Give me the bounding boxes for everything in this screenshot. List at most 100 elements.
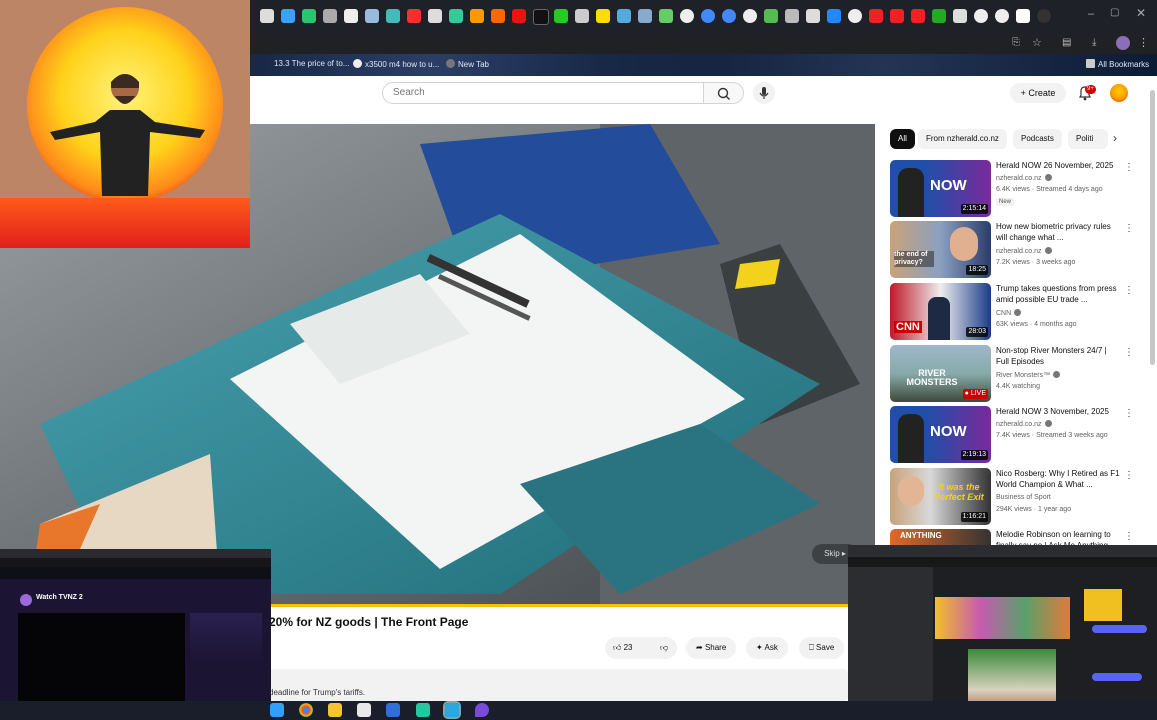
video-thumbnail[interactable]: ANYTHING [890, 529, 991, 545]
tab-favicon[interactable] [260, 9, 274, 23]
more-options-icon[interactable]: ⋮ [1124, 285, 1134, 296]
tab-favicon[interactable] [890, 9, 904, 23]
voice-search-button[interactable] [753, 82, 775, 104]
tab-favicon[interactable] [344, 9, 358, 23]
channel-name[interactable]: nzherald.co.nz [996, 420, 1052, 428]
channel-name[interactable]: Business of Sport [996, 494, 1051, 501]
tab-favicon[interactable] [512, 9, 526, 23]
chip-all[interactable]: All [890, 129, 915, 149]
share-button[interactable]: ➦ Share [686, 637, 737, 659]
tab-favicon[interactable] [491, 9, 505, 23]
tab-favicon[interactable] [827, 9, 841, 23]
more-options-icon[interactable]: ⋮ [1124, 223, 1134, 234]
tab-favicon[interactable] [323, 9, 337, 23]
more-options-icon[interactable]: ⋮ [1124, 162, 1134, 173]
tab-favicon[interactable] [638, 9, 652, 23]
tab-favicon[interactable] [722, 9, 736, 23]
chip-from-nzherald[interactable]: From nzherald.co.nz [918, 129, 1007, 149]
video-thumbnail[interactable]: NOW 2:19:13 [890, 406, 991, 463]
tab-favicon[interactable] [407, 9, 421, 23]
app-icon[interactable] [416, 703, 430, 717]
taskbar-app-icon[interactable] [270, 703, 284, 717]
chip-podcasts[interactable]: Podcasts [1013, 129, 1062, 149]
downloads-icon[interactable]: ⤓ [1092, 37, 1096, 48]
recommendation-item[interactable]: the end of privacy? 18:25 How new biomet… [890, 221, 1140, 279]
profile-avatar[interactable] [1116, 36, 1130, 50]
tab-favicon[interactable] [302, 9, 316, 23]
tab-favicon[interactable] [449, 9, 463, 23]
video-thumbnail[interactable]: CNN 28:03 [890, 283, 991, 340]
app-icon[interactable] [475, 703, 489, 717]
recommendation-item[interactable]: ANYTHING Melodie Robinson on learning to… [890, 529, 1140, 545]
chip-politics[interactable]: Politi [1068, 129, 1108, 149]
mail-icon[interactable] [386, 703, 400, 717]
bookmark-item[interactable]: New Tab [446, 59, 489, 69]
minimize-icon[interactable]: – [1088, 8, 1094, 20]
chevron-right-icon[interactable]: › [1113, 131, 1117, 145]
chrome-icon[interactable] [299, 703, 313, 717]
more-options-icon[interactable]: ⋮ [1124, 347, 1134, 358]
recommendation-item[interactable]: NOW 2:15:14 Herald NOW 26 November, 2025… [890, 160, 1140, 218]
tab-favicon[interactable] [575, 9, 589, 23]
more-options-icon[interactable]: ⋮ [1124, 408, 1134, 419]
tab-favicon[interactable] [785, 9, 799, 23]
recommendation-title[interactable]: Herald NOW 3 November, 2025 [996, 406, 1120, 417]
video-thumbnail[interactable]: It was the Perfect Exit 1:16:21 [890, 468, 991, 525]
video-thumbnail[interactable]: NOW 2:15:14 [890, 160, 991, 217]
channel-name[interactable]: nzherald.co.nz [996, 247, 1052, 255]
channel-name[interactable]: River Monsters™ [996, 371, 1061, 379]
close-icon[interactable]: ✕ [1136, 6, 1146, 20]
more-options-icon[interactable]: ⋮ [1124, 531, 1134, 542]
channel-name[interactable]: nzherald.co.nz [996, 174, 1052, 182]
telegram-icon[interactable] [443, 701, 461, 719]
tab-favicon[interactable] [743, 9, 757, 23]
save-button[interactable]: ⎕ Save [799, 637, 845, 659]
tab-favicon[interactable] [596, 9, 610, 23]
tab-favicon[interactable] [386, 9, 400, 23]
cast-icon[interactable]: ⎘ [1012, 37, 1020, 48]
tab-favicon[interactable] [932, 9, 946, 23]
tab-favicon[interactable] [974, 9, 988, 23]
recommendation-title[interactable]: Melodie Robinson on learning to finally … [996, 529, 1120, 545]
recommendation-title[interactable]: Trump takes questions from press amid po… [996, 283, 1120, 305]
recommendation-title[interactable]: How new biometric privacy rules will cha… [996, 221, 1120, 243]
extensions-icon[interactable]: ▤ [1062, 37, 1071, 48]
bookmark-star-icon[interactable]: ☆ [1032, 36, 1042, 49]
tab-favicon[interactable] [281, 9, 295, 23]
menu-icon[interactable]: ⋮ [1138, 36, 1149, 49]
tab-favicon[interactable] [680, 9, 694, 23]
all-bookmarks[interactable]: All Bookmarks [1086, 59, 1149, 69]
tab-favicon[interactable] [764, 9, 778, 23]
search-input[interactable]: Search [382, 82, 704, 104]
sidebar-scrollbar[interactable] [1150, 90, 1155, 365]
ask-button[interactable]: ✦ Ask [746, 637, 788, 659]
create-button[interactable]: + Create [1010, 83, 1066, 103]
calendar-icon[interactable] [357, 703, 371, 717]
dislike-button[interactable]: 👎︎ [651, 637, 677, 659]
recommendation-item[interactable]: NOW 2:19:13 Herald NOW 3 November, 2025 … [890, 406, 1140, 464]
recommendation-title[interactable]: Non-stop River Monsters 24/7 | Full Epis… [996, 345, 1120, 367]
tab-favicon[interactable] [911, 9, 925, 23]
tab-favicon[interactable] [701, 9, 715, 23]
video-thumbnail[interactable]: the end of privacy? 18:25 [890, 221, 991, 278]
tab-favicon[interactable] [617, 9, 631, 23]
stream-tiles[interactable] [935, 597, 1070, 639]
like-button[interactable]: 👍︎ 23 [605, 637, 651, 659]
tvnz-player[interactable] [18, 613, 185, 709]
maximize-icon[interactable]: ▢ [1110, 7, 1119, 18]
tab-favicon[interactable] [869, 9, 883, 23]
tab-favicon[interactable] [848, 9, 862, 23]
tab-favicon[interactable] [953, 9, 967, 23]
tab-favicon[interactable] [995, 9, 1009, 23]
tab-favicon[interactable] [554, 9, 568, 23]
search-button[interactable] [704, 82, 744, 104]
video-thumbnail[interactable]: RIVER MONSTERS ● LIVE [890, 345, 991, 402]
active-tab-favicon[interactable] [1037, 9, 1051, 23]
channel-name[interactable]: CNN [996, 309, 1022, 317]
tab-favicon[interactable] [806, 9, 820, 23]
tab-favicon[interactable] [533, 9, 549, 25]
bookmark-item[interactable]: x3500 m4 how to u... [353, 59, 439, 69]
tab-favicon[interactable] [1016, 9, 1030, 23]
tab-favicon[interactable] [659, 9, 673, 23]
recommendation-item[interactable]: RIVER MONSTERS ● LIVE Non-stop River Mon… [890, 345, 1140, 403]
